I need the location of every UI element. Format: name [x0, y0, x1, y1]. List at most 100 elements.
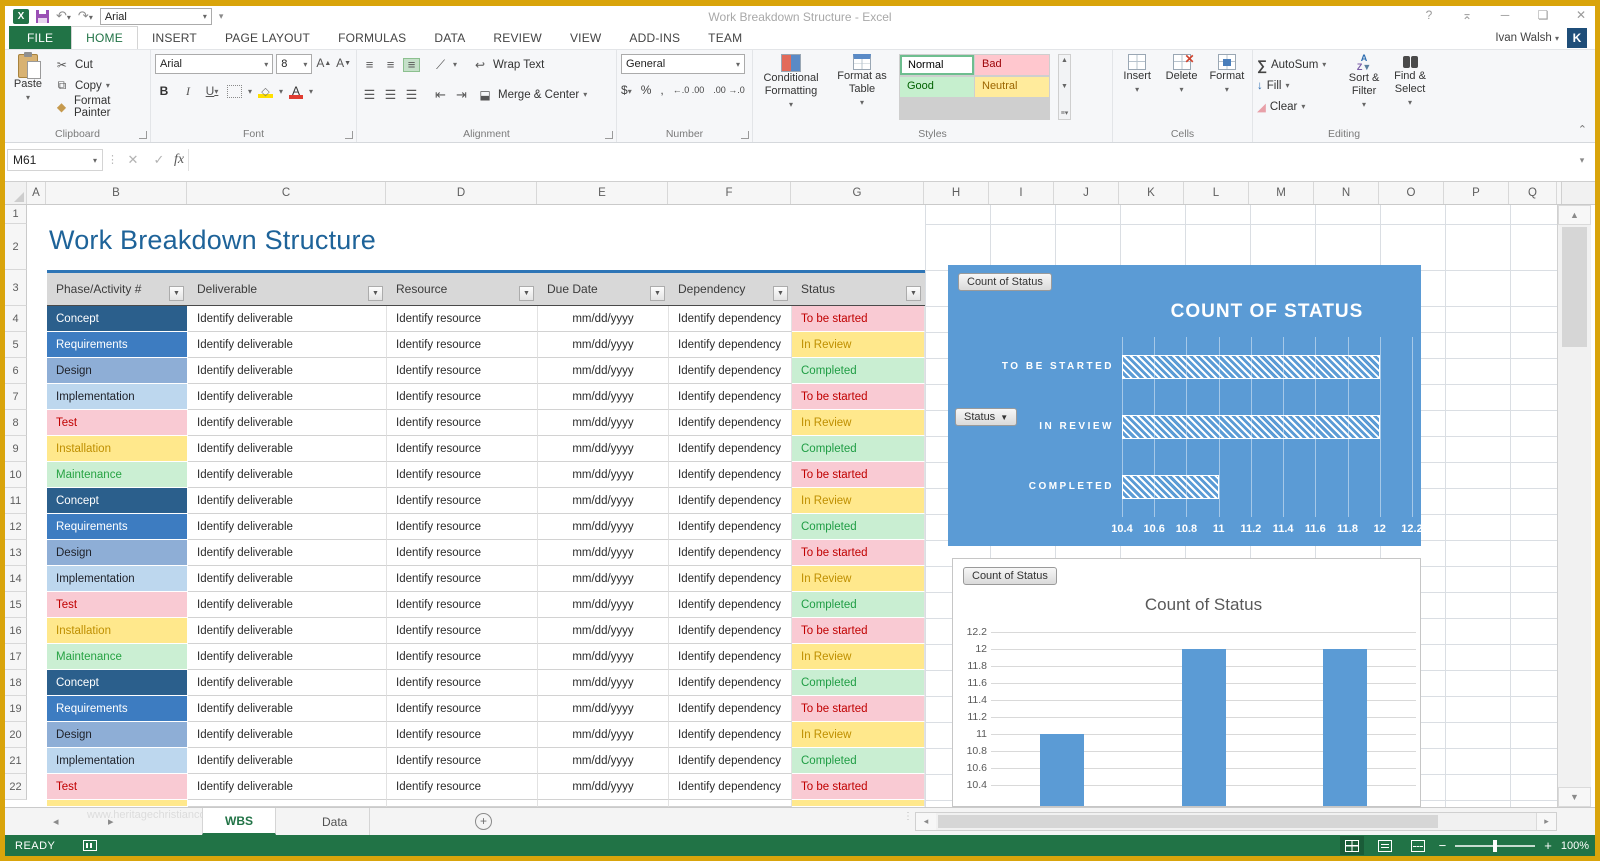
scroll-right-icon[interactable]: ▸ [1536, 813, 1556, 830]
due-date-cell[interactable]: mm/dd/yyyy [538, 644, 669, 670]
bar-to-be-started[interactable] [1122, 355, 1380, 379]
phase-cell[interactable]: Implementation [47, 748, 188, 774]
clear-button[interactable]: ◢Clear▾ [1257, 96, 1339, 117]
cell-style-neutral[interactable]: Neutral [975, 77, 1049, 97]
bar-to-be-started[interactable] [1323, 649, 1367, 807]
cell[interactable] [188, 800, 387, 807]
align-right-button[interactable]: ☰ [403, 88, 420, 102]
column-chart-count-of-status[interactable]: Count of StatusCount of Status12.21211.8… [952, 558, 1421, 807]
zoom-out-button[interactable]: − [1439, 839, 1447, 852]
column-header-L[interactable]: L [1184, 182, 1249, 204]
row-header-10[interactable]: 10 [5, 462, 27, 488]
dependency-cell[interactable]: Identify dependency [669, 384, 792, 410]
cell[interactable] [669, 800, 792, 807]
comma-style-button[interactable]: , [660, 83, 663, 97]
row-header-11[interactable]: 11 [5, 488, 27, 514]
cancel-entry-icon[interactable]: ✕ [122, 152, 144, 168]
decrease-decimal-button[interactable]: .00 →.0 [713, 85, 745, 95]
scroll-down-icon[interactable]: ▼ [1558, 787, 1591, 807]
dependency-cell[interactable]: Identify dependency [669, 722, 792, 748]
help-icon[interactable]: ? [1421, 8, 1437, 22]
scroll-up-icon[interactable]: ▲ [1558, 205, 1591, 225]
column-header-H[interactable]: H [924, 182, 989, 204]
font-family-combo[interactable]: Arial▾ [155, 54, 273, 74]
row-header-19[interactable]: 19 [5, 696, 27, 722]
column-header-I[interactable]: I [989, 182, 1054, 204]
deliverable-cell[interactable]: Identify deliverable [188, 410, 387, 436]
due-date-cell[interactable]: mm/dd/yyyy [538, 696, 669, 722]
align-middle-button[interactable]: ≡ [382, 58, 399, 72]
align-bottom-button[interactable]: ≡ [403, 58, 420, 72]
status-cell[interactable] [792, 800, 925, 807]
insert-cells-button[interactable]: Insert▾ [1117, 54, 1157, 120]
deliverable-cell[interactable]: Identify deliverable [188, 670, 387, 696]
sheet-tab-wbs[interactable]: WBS [202, 808, 276, 835]
save-icon[interactable] [36, 10, 49, 23]
status-cell[interactable]: In Review [792, 722, 925, 748]
deliverable-cell[interactable]: Identify deliverable [188, 618, 387, 644]
phase-cell[interactable]: Test [47, 592, 188, 618]
cell[interactable] [387, 800, 538, 807]
styles-gallery-scroll[interactable]: ▲▼≡▾ [1058, 54, 1071, 120]
ribbon-tab-formulas[interactable]: FORMULAS [324, 26, 420, 49]
dependency-cell[interactable]: Identify dependency [669, 358, 792, 384]
normal-view-button[interactable] [1340, 836, 1364, 855]
column-header-C[interactable]: C [187, 182, 386, 204]
sheet-nav-left-icon[interactable]: ◂ [53, 815, 59, 828]
status-cell[interactable]: Completed [792, 592, 925, 618]
due-date-cell[interactable]: mm/dd/yyyy [538, 618, 669, 644]
row-header-4[interactable]: 4 [5, 306, 27, 332]
status-cell[interactable]: To be started [792, 462, 925, 488]
fill-color-button[interactable]: ◇ [258, 85, 273, 98]
name-box-splitter[interactable]: ⋮ [107, 157, 118, 163]
deliverable-cell[interactable]: Identify deliverable [188, 306, 387, 332]
vertical-scroll-thumb[interactable] [1562, 227, 1587, 347]
phase-cell[interactable]: Implementation [47, 566, 188, 592]
shrink-font-button[interactable]: A▼ [335, 54, 352, 72]
chart-field-button-count-of-status[interactable]: Count of Status [963, 567, 1057, 585]
resource-cell[interactable]: Identify resource [387, 488, 538, 514]
dependency-cell[interactable]: Identify dependency [669, 436, 792, 462]
filter-icon[interactable]: ▼ [368, 286, 383, 301]
resource-cell[interactable]: Identify resource [387, 566, 538, 592]
resource-cell[interactable]: Identify resource [387, 592, 538, 618]
column-header-A[interactable]: A [27, 182, 46, 204]
due-date-cell[interactable]: mm/dd/yyyy [538, 774, 669, 800]
ribbon-display-options-icon[interactable]: ⌅ [1459, 8, 1475, 22]
formula-bar-expand-icon[interactable]: ▾ [1573, 155, 1591, 166]
cell[interactable] [538, 800, 669, 807]
dependency-cell[interactable]: Identify dependency [669, 644, 792, 670]
status-cell[interactable]: Completed [792, 748, 925, 774]
column-header-M[interactable]: M [1249, 182, 1314, 204]
resource-cell[interactable]: Identify resource [387, 696, 538, 722]
due-date-cell[interactable]: mm/dd/yyyy [538, 462, 669, 488]
clipboard-dialog-launcher[interactable] [139, 131, 147, 139]
column-header-D[interactable]: D [386, 182, 537, 204]
column-header-E[interactable]: E [537, 182, 668, 204]
formula-input[interactable] [188, 149, 1569, 171]
ribbon-tab-review[interactable]: REVIEW [479, 26, 556, 49]
due-date-cell[interactable]: mm/dd/yyyy [538, 592, 669, 618]
excel-logo-icon[interactable]: X [13, 9, 29, 24]
dependency-cell[interactable]: Identify dependency [669, 670, 792, 696]
chart-field-button-count-of-status[interactable]: Count of Status [958, 273, 1052, 291]
status-cell[interactable]: To be started [792, 774, 925, 800]
resource-cell[interactable]: Identify resource [387, 670, 538, 696]
collapse-ribbon-icon[interactable]: ⌃ [1578, 123, 1587, 136]
row-header-20[interactable]: 20 [5, 722, 27, 748]
sort-filter-button[interactable]: AZ▼ Sort & Filter▾ [1343, 54, 1385, 120]
number-format-combo[interactable]: General▾ [621, 54, 745, 74]
column-header-G[interactable]: G [791, 182, 924, 204]
row-header-8[interactable]: 8 [5, 410, 27, 436]
copy-button[interactable]: ⧉Copy▾ [53, 75, 146, 96]
restore-icon[interactable]: ❏ [1535, 8, 1551, 22]
deliverable-cell[interactable]: Identify deliverable [188, 696, 387, 722]
cell-style-bad[interactable]: Bad [975, 55, 1049, 75]
ribbon-tab-add-ins[interactable]: ADD-INS [615, 26, 694, 49]
format-cells-button[interactable]: Format▾ [1206, 54, 1248, 120]
filter-icon[interactable]: ▼ [773, 286, 788, 301]
zoom-in-button[interactable]: + [1544, 839, 1552, 852]
phase-cell[interactable]: Design [47, 722, 188, 748]
bar-completed[interactable] [1122, 475, 1219, 499]
due-date-cell[interactable]: mm/dd/yyyy [538, 332, 669, 358]
